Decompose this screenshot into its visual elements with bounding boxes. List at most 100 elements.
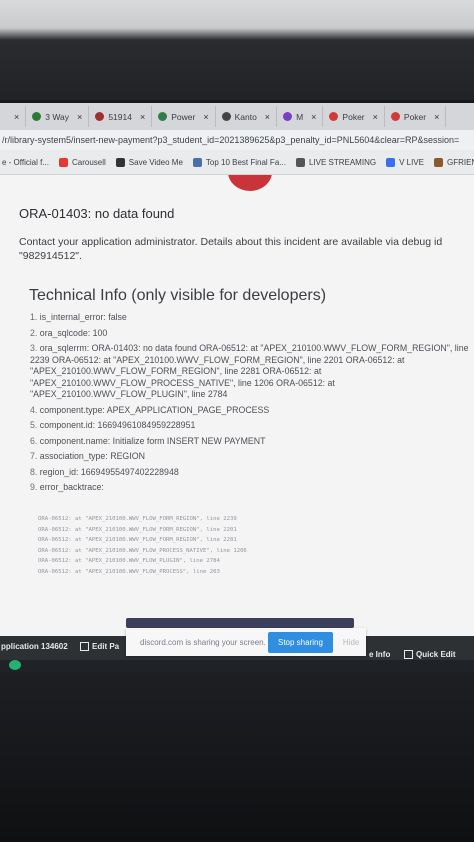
item-text: component.name: Initialize form INSERT N…: [39, 435, 266, 446]
close-icon[interactable]: ×: [14, 112, 19, 122]
close-icon[interactable]: ×: [203, 112, 208, 122]
share-bar-handle: [126, 618, 354, 628]
puzzle-icon: [95, 112, 105, 121]
technical-info-item: 7. association_type: REGION: [30, 451, 470, 463]
monitor-bezel: [0, 0, 474, 100]
browser-tab[interactable]: Poker ×: [323, 106, 385, 127]
backtrace-line: ORA-06512: at "APEX_210100.WWV_FLOW_FORM…: [38, 537, 237, 544]
quick-edit-button[interactable]: Quick Edit: [404, 650, 456, 659]
technical-info-title: Technical Info (only visible for develop…: [29, 287, 327, 304]
quick-edit-icon: [404, 650, 413, 659]
star-icon: [329, 112, 339, 121]
triangle-icon: [221, 112, 231, 121]
browser-tab[interactable]: 3 Way ×: [26, 106, 90, 127]
close-icon[interactable]: ×: [140, 112, 145, 122]
bookmark-item[interactable]: e - Official f...: [2, 158, 49, 167]
c-icon: [32, 112, 42, 121]
video-icon: [115, 157, 125, 167]
browser-tab[interactable]: ×: [0, 106, 27, 127]
address-bar[interactable]: /r/library-system5/insert-new-payment?p3…: [0, 130, 474, 150]
tab-label: 3 Way: [45, 111, 70, 122]
item-text: component.type: APEX_APPLICATION_PAGE_PR…: [39, 404, 270, 415]
bookmark-label: V LIVE: [399, 157, 424, 167]
bookmark-item[interactable]: LIVE STREAMING: [295, 157, 377, 167]
desk-surface: [0, 672, 474, 842]
item-number: 4.: [30, 404, 38, 415]
technical-info-item: 3. ora_sqlerrm: ORA-01403: no data found…: [30, 343, 470, 401]
error-title: ORA-01403: no data found: [19, 206, 175, 221]
backtrace-line: ORA-06512: at "APEX_210100.WWV_FLOW_PROC…: [38, 568, 220, 575]
stream-icon: [295, 157, 305, 167]
backtrace-line: ORA-06512: at "APEX_210100.WWV_FLOW_PROC…: [38, 547, 247, 554]
browser-tab[interactable]: Poker ×: [385, 106, 447, 127]
application-link[interactable]: pplication 134602: [1, 642, 68, 651]
app-icon: [283, 112, 293, 121]
technical-info-item: 8. region_id: 16694955497402228948: [30, 467, 470, 479]
item-text: association_type: REGION: [39, 451, 145, 461]
edit-page-button[interactable]: Edit Pa: [80, 642, 119, 651]
tab-label: Poker: [403, 111, 427, 122]
stop-sharing-button[interactable]: Stop sharing: [268, 631, 333, 653]
backtrace-line: ORA-06512: at "APEX_210100.WWV_FLOW_PLUG…: [38, 558, 220, 565]
bookmark-label: Save Video Me: [128, 157, 183, 167]
browser-tab[interactable]: 51914 ×: [89, 106, 153, 127]
bookmark-label: Carousell: [71, 157, 106, 167]
item-text: ora_sqlerrm: ORA-01403: no data found OR…: [30, 343, 469, 399]
bookmark-item[interactable]: GFRIEN: [433, 157, 474, 167]
technical-info-list: 1. is_internal_error: false 2. ora_sqlcod…: [30, 312, 470, 498]
bookmark-item[interactable]: Carousell: [58, 157, 106, 167]
item-text: ora_sqlcode: 100: [39, 327, 108, 338]
item-number: 9.: [30, 482, 38, 492]
error-message: Contact your application administrator. …: [19, 236, 443, 262]
gfriend-icon: [433, 157, 443, 167]
tab-label: Kanto: [234, 111, 257, 122]
backtrace-line: ORA-06512: at "APEX_210100.WWV_FLOW_FORM…: [38, 526, 237, 533]
close-icon[interactable]: ×: [77, 112, 82, 122]
browser-tab[interactable]: Power ×: [152, 106, 216, 127]
tab-label: 51914: [108, 111, 132, 122]
item-number: 7.: [30, 451, 38, 461]
close-icon[interactable]: ×: [434, 112, 439, 122]
item-text: is_internal_error: false: [39, 312, 127, 322]
browser-tab[interactable]: Kanto ×: [216, 106, 278, 127]
address-url[interactable]: /r/library-system5/insert-new-payment?p3…: [2, 135, 459, 145]
tab-label: Poker: [342, 111, 365, 122]
session-info-button[interactable]: e Info: [369, 650, 390, 659]
item-text: error_backtrace:: [39, 482, 104, 492]
bookmark-item[interactable]: Save Video Me: [115, 157, 183, 167]
carousell-icon: [58, 157, 68, 167]
item-text: region_id: 16694955497402228948: [39, 466, 179, 477]
technical-info-item: 5. component.id: 16694961084959228951: [30, 420, 470, 432]
bookmark-label: GFRIEN: [446, 157, 474, 167]
close-icon[interactable]: ×: [311, 112, 316, 122]
error-page: ORA-01403: no data found Contact your ap…: [0, 175, 474, 637]
star-icon: [390, 112, 400, 121]
close-icon[interactable]: ×: [373, 112, 378, 122]
tab-label: M: [296, 111, 304, 122]
bookmark-label: LIVE STREAMING: [308, 157, 377, 167]
tab-label: Power: [171, 111, 196, 122]
leaf-icon: [158, 112, 168, 121]
hide-button[interactable]: Hide: [343, 638, 359, 647]
close-icon[interactable]: ×: [265, 112, 270, 122]
bookmark-item[interactable]: Top 10 Best Final Fa...: [192, 157, 286, 167]
technical-info-item: 1. is_internal_error: false: [30, 312, 470, 324]
screen-share-notice: discord.com is sharing your screen. Stop…: [126, 628, 366, 656]
site-icon: [192, 157, 202, 167]
vlive-icon: [386, 157, 396, 167]
backtrace-line: ORA-06512: at "APEX_210100.WWV_FLOW_FORM…: [38, 516, 237, 522]
share-message: discord.com is sharing your screen.: [140, 637, 266, 647]
item-number: 2.: [30, 327, 38, 338]
edit-page-label: Edit Pa: [92, 642, 120, 651]
technical-info-item: 4. component.type: APEX_APPLICATION_PAGE…: [30, 405, 470, 417]
item-number: 6.: [30, 435, 38, 446]
technical-info-item: 9. error_backtrace:: [30, 482, 470, 494]
technical-info-item: 6. component.name: Initialize form INSER…: [30, 436, 470, 448]
bookmark-item[interactable]: V LIVE: [386, 157, 424, 167]
bookmark-label: Top 10 Best Final Fa...: [205, 157, 286, 167]
browser-tab-bar: × 3 Way × 51914 × Power × Kanto × M × Poker × Poker ×: [0, 103, 474, 130]
bookmark-label: e - Official f...: [2, 157, 49, 167]
app-icon[interactable]: [9, 660, 21, 670]
item-number: 1.: [30, 312, 38, 322]
browser-tab[interactable]: M ×: [277, 106, 324, 127]
